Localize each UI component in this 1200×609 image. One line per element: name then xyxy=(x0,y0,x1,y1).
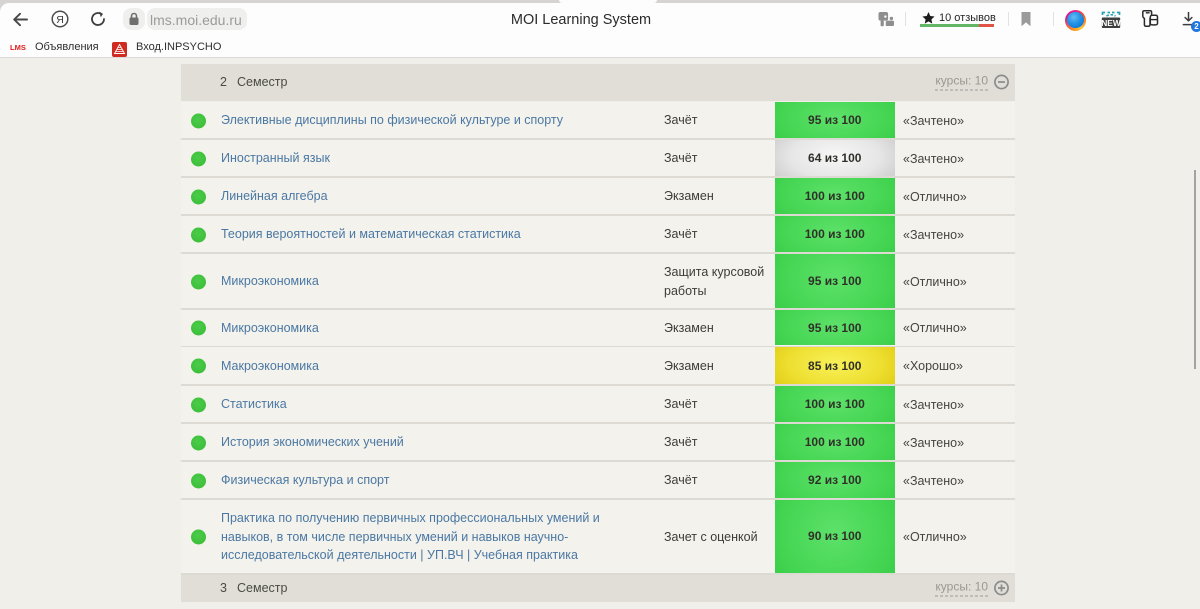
svg-text:Я: Я xyxy=(56,14,64,26)
svg-text:NEW: NEW xyxy=(1101,18,1121,28)
